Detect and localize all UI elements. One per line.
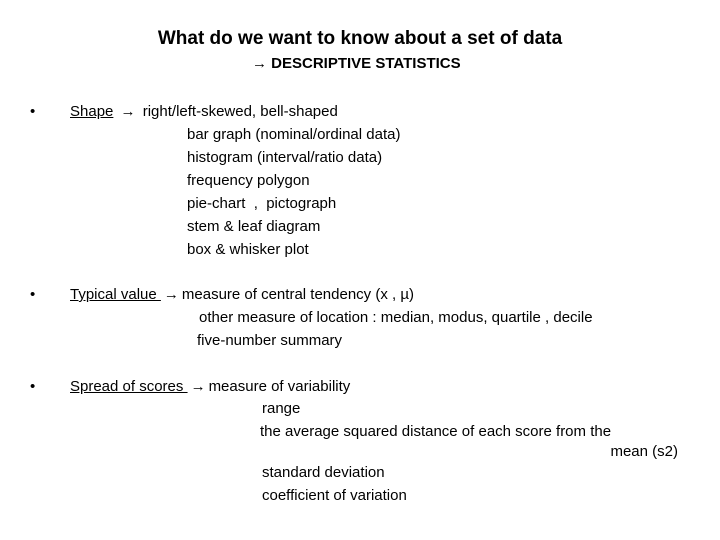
- subtitle-text: DESCRIPTIVE STATISTICS: [271, 55, 461, 72]
- slide-subtitle: → DESCRIPTIVE STATISTICS: [252, 55, 461, 72]
- arrow-icon: →: [252, 55, 267, 72]
- arrow-icon: →: [120, 103, 136, 120]
- list-item: pie-chart , pictograph: [187, 195, 337, 212]
- list-item: mean (s2): [610, 443, 678, 460]
- list-item: histogram (interval/ratio data): [187, 149, 383, 166]
- section-typical-heading-line: Typical value → measure of central tenden…: [70, 286, 414, 304]
- section-spread-heading-line: Spread of scores → measure of variability: [70, 378, 350, 396]
- bullet-icon: •: [30, 286, 36, 303]
- section-heading: Spread of scores: [70, 378, 188, 395]
- bullet-icon: •: [30, 378, 36, 395]
- list-item: coefficient of variation: [262, 487, 407, 504]
- section-heading: Typical value: [70, 286, 161, 303]
- section-lead: measure of central tendency (x , µ): [181, 286, 414, 303]
- list-item: standard deviation: [262, 464, 385, 481]
- arrow-icon: →: [190, 378, 206, 395]
- list-item: the average squared distance of each sco…: [260, 423, 612, 440]
- section-heading: Shape: [70, 103, 114, 120]
- list-item: frequency polygon: [187, 172, 310, 189]
- list-item: bar graph (nominal/ordinal data): [187, 126, 401, 143]
- list-item: other measure of location : median, modu…: [199, 309, 593, 326]
- arrow-icon: →: [163, 286, 179, 303]
- slide-title: What do we want to know about a set of d…: [157, 28, 563, 49]
- list-item: range: [262, 400, 301, 417]
- section-shape-heading-line: Shape → right/left-skewed, bell-shaped: [70, 103, 338, 121]
- bullet-icon: •: [30, 103, 36, 120]
- section-lead: measure of variability: [208, 378, 351, 395]
- list-item: box & whisker plot: [187, 241, 309, 258]
- list-item: five-number summary: [197, 332, 343, 349]
- section-lead: right/left-skewed, bell-shaped: [142, 103, 338, 120]
- list-item: stem & leaf diagram: [187, 218, 321, 235]
